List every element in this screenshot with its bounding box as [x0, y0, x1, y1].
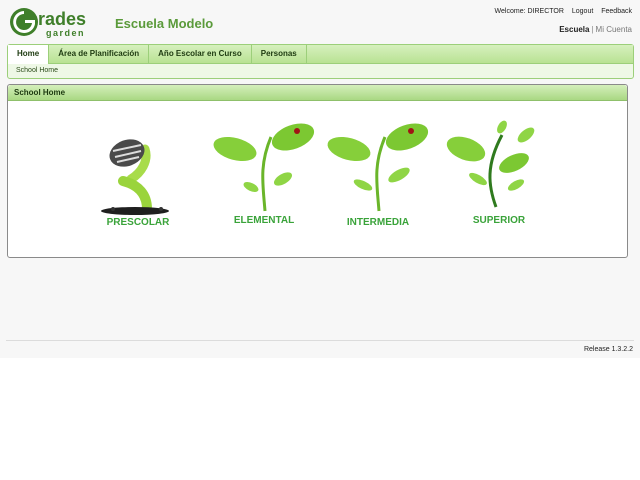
my-account-link[interactable]: Mi Cuenta [596, 25, 632, 34]
tab-home[interactable]: Home [8, 45, 50, 64]
level-elemental[interactable]: ELEMENTAL [209, 115, 319, 235]
grades-garden-logo[interactable]: rades garden [8, 6, 104, 38]
level-label-prescolar: PRESCOLAR [106, 217, 170, 228]
growing-plant-icon [327, 123, 429, 212]
young-plant-icon [213, 123, 315, 212]
level-prescolar[interactable]: PRESCOLAR [83, 115, 193, 235]
mature-plant-icon [446, 120, 535, 208]
level-label-superior: SUPERIOR [472, 215, 526, 226]
release-version: Release 1.3.2.2 [583, 346, 633, 353]
level-label-intermedia: INTERMEDIA [346, 217, 410, 228]
main-navigation: Home Área de Planificación Año Escolar e… [7, 44, 634, 79]
school-link[interactable]: Escuela [559, 25, 589, 34]
tab-planning-area[interactable]: Área de Planificación [49, 45, 150, 63]
panel-title: School Home [8, 85, 627, 101]
seed-sprout-icon [101, 139, 169, 215]
footer-divider [6, 340, 634, 341]
tab-current-school-year[interactable]: Año Escolar en Curso [149, 45, 252, 63]
level-label-elemental: ELEMENTAL [233, 215, 295, 226]
welcome-text: Welcome: DIRECTOR [494, 8, 564, 15]
breadcrumb[interactable]: School Home [16, 67, 58, 74]
tab-people[interactable]: Personas [252, 45, 307, 63]
tab-bar: Home Área de Planificación Año Escolar e… [8, 45, 633, 64]
level-superior[interactable]: SUPERIOR [444, 115, 554, 235]
logout-link[interactable]: Logout [572, 8, 593, 15]
link-separator: | [591, 25, 594, 34]
school-name: Escuela Modelo [115, 16, 214, 31]
level-intermedia[interactable]: INTERMEDIA [323, 115, 433, 235]
logo-subword: garden [46, 28, 85, 38]
school-home-panel: School Home PRESCOLAR ELEMENTAL INTERMED… [7, 84, 628, 258]
account-links: Escuela | Mi Cuenta [559, 25, 632, 34]
feedback-link[interactable]: Feedback [601, 8, 632, 15]
logo-wordmark: rades [38, 9, 86, 29]
user-bar: Welcome: DIRECTOR Logout Feedback [489, 8, 632, 15]
